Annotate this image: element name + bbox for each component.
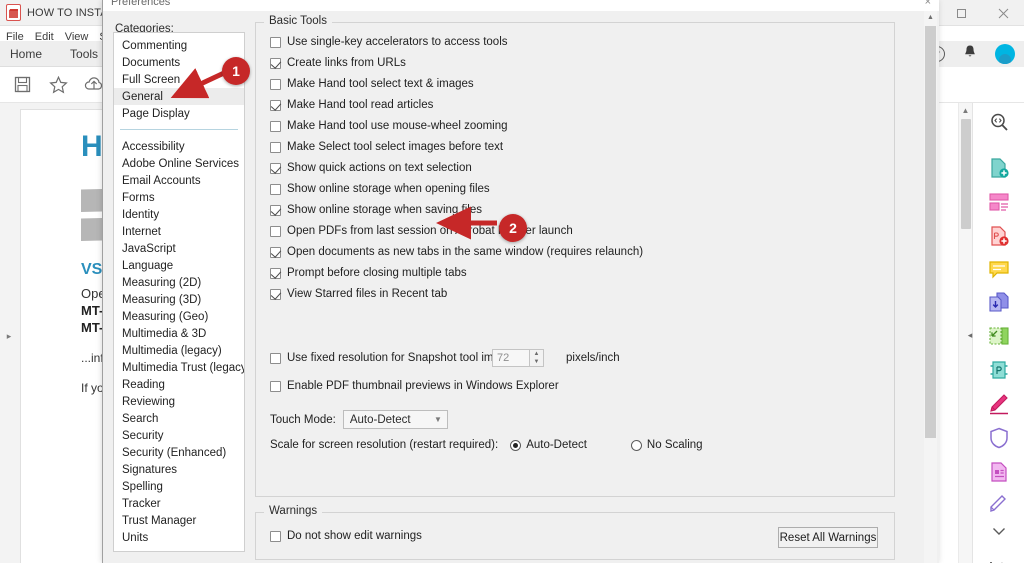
annotation-badge-1: 1 xyxy=(222,57,250,85)
screenshot-root: HOW TO INSTALL A File Edit View Sign Hom… xyxy=(0,0,1024,563)
annotation-arrow-1 xyxy=(170,68,226,99)
annotation-arrows xyxy=(170,68,497,240)
annotation-badge-2: 2 xyxy=(499,214,527,242)
